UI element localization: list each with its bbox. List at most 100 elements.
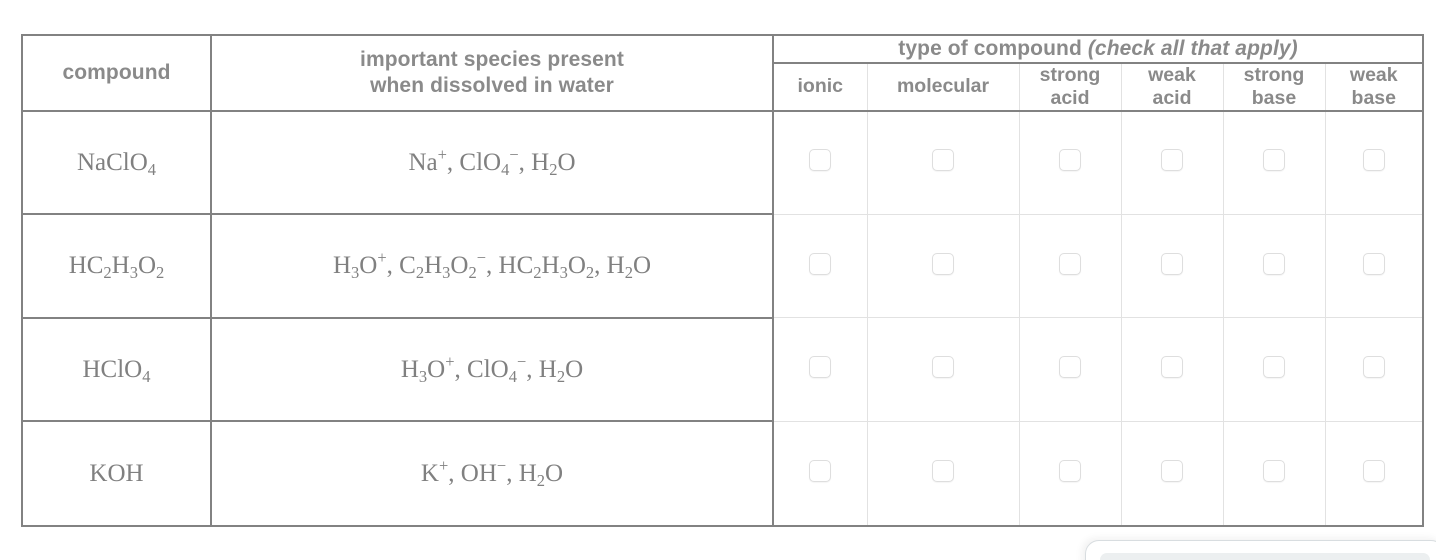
cell-strong-acid[interactable] bbox=[1019, 317, 1122, 422]
overlay-card-bar bbox=[1100, 553, 1430, 560]
cell-weak-acid[interactable] bbox=[1121, 421, 1224, 525]
checkbox-strong-acid[interactable] bbox=[1059, 149, 1081, 172]
checkbox-ionic[interactable] bbox=[809, 459, 832, 482]
header-compound-label: compound bbox=[62, 61, 171, 84]
checkbox-molecular[interactable] bbox=[932, 459, 954, 482]
header-col-molecular-line1: molecular bbox=[896, 75, 990, 98]
cell-compound: KOH bbox=[23, 421, 212, 525]
checkbox-molecular[interactable] bbox=[932, 356, 954, 379]
cell-strong-acid[interactable] bbox=[1019, 421, 1122, 525]
checkbox-molecular[interactable] bbox=[932, 149, 954, 172]
header-row-group: compound important species present when … bbox=[23, 36, 1423, 112]
header-col-strong-acid-line1: strong bbox=[1039, 63, 1101, 86]
cell-molecular[interactable] bbox=[867, 421, 1020, 525]
cell-strong-base[interactable] bbox=[1223, 214, 1326, 319]
table-row: KOH K+, OH−, H2O bbox=[23, 421, 1423, 525]
species-formula: Na+, ClO4−, H2O bbox=[408, 144, 576, 179]
header-species: important species present when dissolved… bbox=[211, 36, 774, 112]
cell-weak-acid[interactable] bbox=[1121, 214, 1224, 319]
cell-molecular[interactable] bbox=[867, 214, 1020, 319]
checkbox-molecular[interactable] bbox=[932, 252, 954, 275]
header-col-strong-acid: strong acid bbox=[1019, 62, 1122, 112]
header-col-strong-base-line1: strong bbox=[1243, 63, 1305, 86]
cell-compound: HClO4 bbox=[23, 317, 212, 423]
cell-species: Na+, ClO4−, H2O bbox=[211, 110, 774, 216]
table-head: compound important species present when … bbox=[23, 36, 1423, 112]
cell-weak-acid[interactable] bbox=[1121, 317, 1224, 422]
checkbox-strong-base[interactable] bbox=[1263, 356, 1285, 379]
worksheet-page: compound important species present when … bbox=[0, 0, 1436, 560]
cell-weak-base[interactable] bbox=[1325, 214, 1423, 319]
compound-formula: NaClO4 bbox=[76, 148, 157, 179]
header-type-group-label: type of compound bbox=[898, 37, 1082, 60]
checkbox-weak-base[interactable] bbox=[1362, 149, 1385, 172]
compound-formula: HC2H3O2 bbox=[68, 252, 165, 283]
cell-species: K+, OH−, H2O bbox=[211, 421, 774, 525]
header-col-ionic-line1: ionic bbox=[797, 75, 843, 98]
checkbox-strong-acid[interactable] bbox=[1059, 356, 1081, 379]
checkbox-strong-acid[interactable] bbox=[1059, 252, 1081, 275]
compound-formula: KOH bbox=[89, 459, 144, 487]
species-formula: K+, OH−, H2O bbox=[420, 455, 564, 490]
cell-ionic[interactable] bbox=[773, 214, 868, 319]
cell-molecular[interactable] bbox=[867, 317, 1020, 422]
checkbox-weak-base[interactable] bbox=[1362, 356, 1385, 379]
header-col-weak-acid: weak acid bbox=[1121, 62, 1224, 112]
checkbox-ionic[interactable] bbox=[809, 252, 832, 275]
checkbox-weak-base[interactable] bbox=[1362, 252, 1385, 275]
cell-weak-base[interactable] bbox=[1325, 421, 1423, 525]
table-grid: compound important species present when … bbox=[23, 36, 1423, 525]
cell-weak-acid[interactable] bbox=[1121, 110, 1224, 215]
table-row: HC2H3O2 H3O+, C2H3O2−, HC2H3O2, H2O bbox=[23, 214, 1423, 319]
header-species-line2: when dissolved in water bbox=[370, 73, 614, 97]
checkbox-weak-base[interactable] bbox=[1362, 459, 1385, 482]
cell-species: H3O+, ClO4−, H2O bbox=[211, 317, 774, 423]
cell-weak-base[interactable] bbox=[1325, 317, 1423, 422]
cell-compound: HC2H3O2 bbox=[23, 214, 212, 319]
table-row: NaClO4 Na+, ClO4−, H2O bbox=[23, 110, 1423, 216]
cell-species: H3O+, C2H3O2−, HC2H3O2, H2O bbox=[211, 214, 774, 319]
header-species-line1: important species present bbox=[360, 48, 624, 72]
checkbox-strong-acid[interactable] bbox=[1059, 459, 1081, 482]
cell-strong-acid[interactable] bbox=[1019, 214, 1122, 319]
cell-strong-base[interactable] bbox=[1223, 421, 1326, 525]
cell-ionic[interactable] bbox=[773, 421, 868, 525]
header-col-weak-acid-line1: weak bbox=[1148, 63, 1196, 86]
cell-strong-base[interactable] bbox=[1223, 110, 1326, 215]
header-col-strong-acid-line2: acid bbox=[1050, 86, 1090, 109]
checkbox-weak-acid[interactable] bbox=[1161, 149, 1183, 172]
header-col-molecular: molecular bbox=[867, 62, 1020, 112]
compound-formula: HClO4 bbox=[82, 355, 151, 386]
cell-strong-base[interactable] bbox=[1223, 317, 1326, 422]
cell-ionic[interactable] bbox=[773, 110, 868, 215]
checkbox-weak-acid[interactable] bbox=[1161, 252, 1183, 275]
cell-strong-acid[interactable] bbox=[1019, 110, 1122, 215]
species-formula: H3O+, C2H3O2−, HC2H3O2, H2O bbox=[332, 247, 652, 283]
header-type-of-compound: type of compound (check all that apply) bbox=[773, 36, 1423, 64]
header-compound: compound bbox=[23, 36, 212, 112]
checkbox-ionic[interactable] bbox=[809, 356, 832, 379]
table-body: NaClO4 Na+, ClO4−, H2O HC2H3O2 H3O+, C2H3O2… bbox=[23, 110, 1423, 525]
header-type-group-note: (check all that apply) bbox=[1087, 37, 1298, 60]
header-col-strong-base: strong base bbox=[1223, 62, 1326, 112]
checkbox-weak-acid[interactable] bbox=[1161, 459, 1183, 482]
header-col-weak-base-line2: base bbox=[1351, 86, 1396, 109]
cell-weak-base[interactable] bbox=[1325, 110, 1423, 215]
checkbox-strong-base[interactable] bbox=[1263, 149, 1285, 172]
species-formula: H3O+, ClO4−, H2O bbox=[400, 351, 584, 386]
header-col-ionic: ionic bbox=[773, 62, 868, 112]
checkbox-weak-acid[interactable] bbox=[1161, 356, 1183, 379]
compound-classification-table: compound important species present when … bbox=[21, 34, 1424, 527]
header-col-strong-base-line2: base bbox=[1251, 86, 1297, 109]
header-col-weak-base: weak base bbox=[1325, 62, 1423, 112]
bottom-overlay-card[interactable] bbox=[1085, 540, 1436, 560]
checkbox-strong-base[interactable] bbox=[1263, 459, 1285, 482]
checkbox-strong-base[interactable] bbox=[1263, 252, 1285, 275]
cell-molecular[interactable] bbox=[867, 110, 1020, 215]
checkbox-ionic[interactable] bbox=[809, 149, 832, 172]
cell-compound: NaClO4 bbox=[23, 110, 212, 216]
table-row: HClO4 H3O+, ClO4−, H2O bbox=[23, 317, 1423, 423]
cell-ionic[interactable] bbox=[773, 317, 868, 422]
header-col-weak-acid-line2: acid bbox=[1152, 86, 1192, 109]
header-col-weak-base-line1: weak bbox=[1349, 63, 1398, 86]
